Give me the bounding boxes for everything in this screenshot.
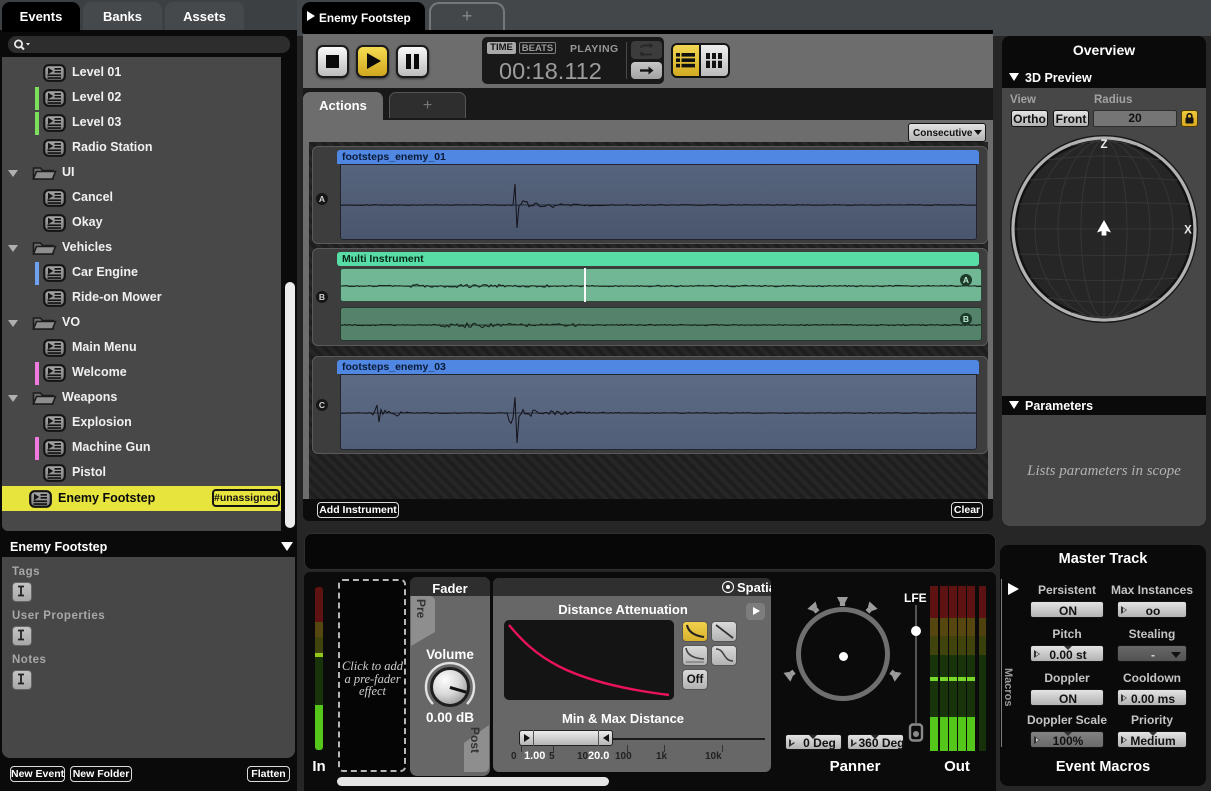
svg-text:Z: Z (1100, 139, 1107, 151)
svg-text:X: X (1184, 225, 1192, 237)
